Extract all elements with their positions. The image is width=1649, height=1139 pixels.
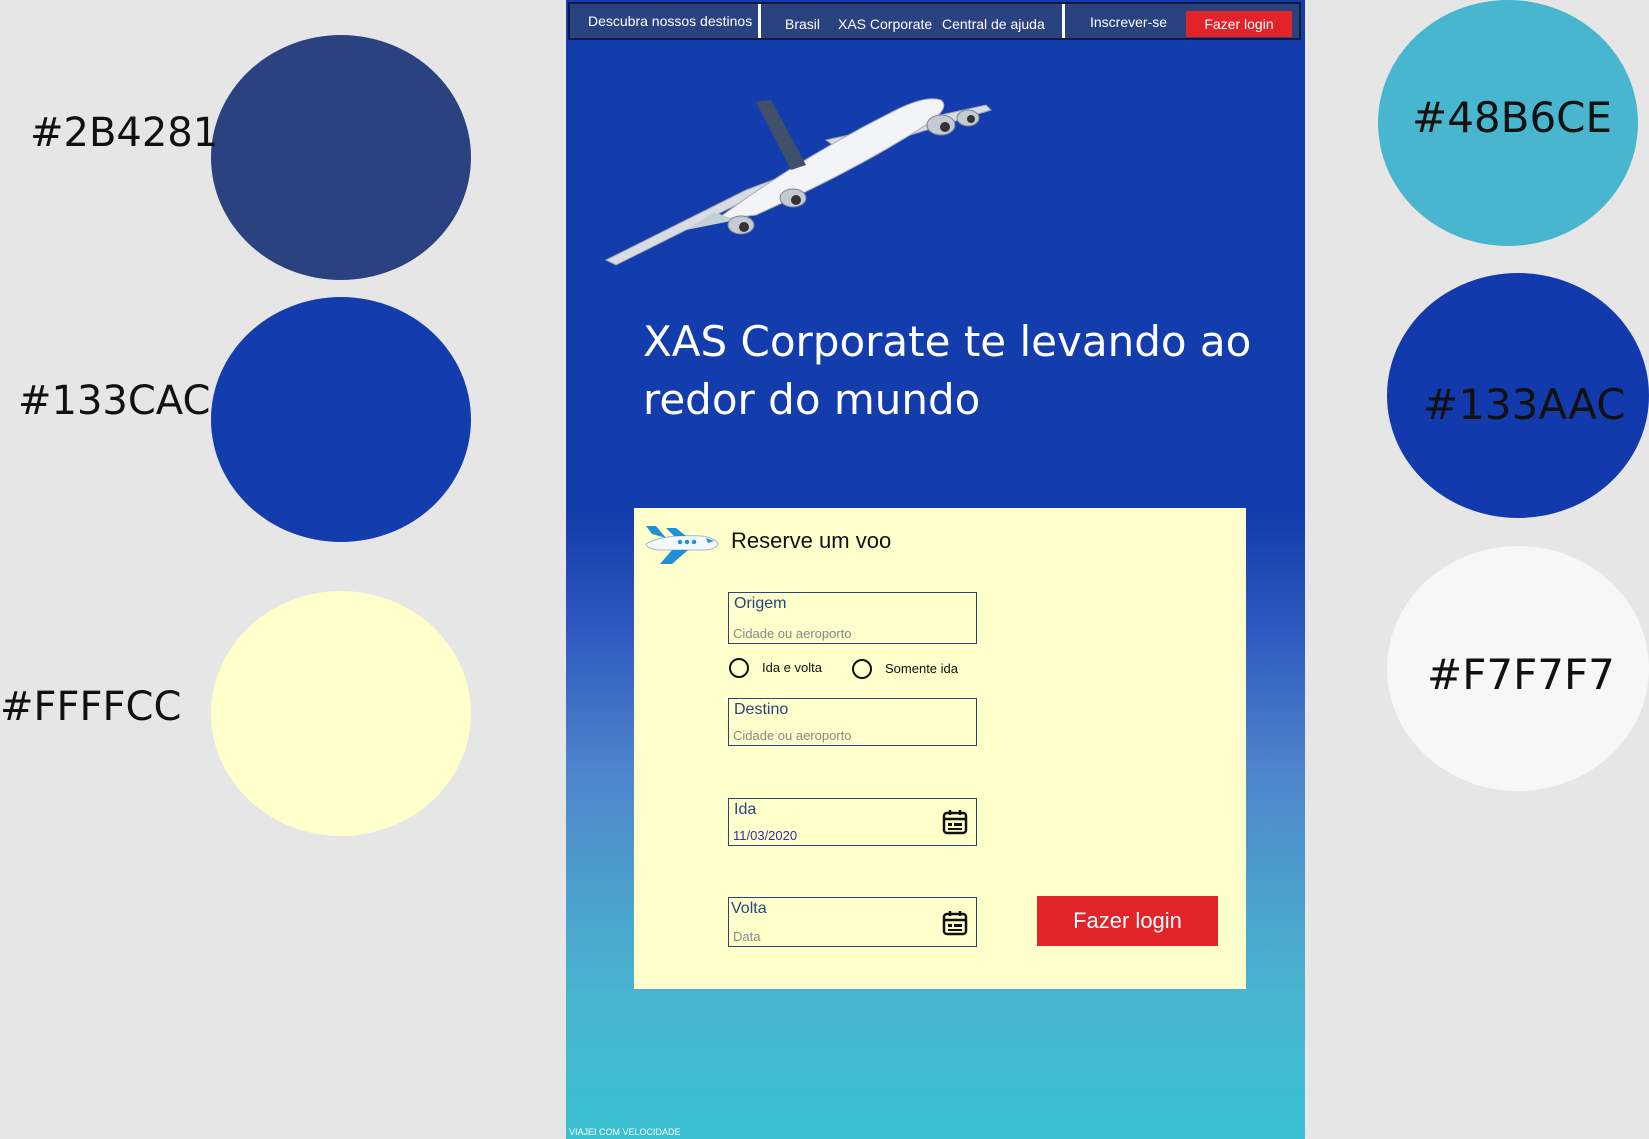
swatch-label-deep-blue: #133AAC [1423,380,1626,429]
top-navigation: Descubra nossos destinos Brasil XAS Corp… [568,2,1301,40]
origin-label: Origem [734,595,787,612]
swatch-label-navy: #2B4281 [30,110,219,156]
site-mockup: Descubra nossos destinos Brasil XAS Corp… [566,0,1305,1139]
nav-divider [758,4,761,38]
airplane-illustration [604,98,992,266]
footer-tagline: VIAJEI COM VELOCIDADE [569,1127,681,1137]
nav-corporate-link[interactable]: XAS Corporate [838,16,932,32]
swatch-label-teal: #48B6CE [1412,93,1613,142]
round-trip-label: Ida e volta [762,660,822,675]
swatch-navy [211,35,471,280]
swatch-cream [211,591,471,836]
nav-brasil-link[interactable]: Brasil [785,16,820,32]
origin-placeholder: Cidade ou aeroporto [733,626,852,641]
nav-signup-link[interactable]: Inscrever-se [1090,14,1167,30]
nav-help-link[interactable]: Central de ajuda [942,16,1045,32]
airplane-icon [645,526,719,564]
swatch-label-cream: #FFFFCC [0,684,182,730]
round-trip-radio[interactable] [729,658,749,678]
nav-divider [1062,4,1065,38]
nav-discover-link[interactable]: Descubra nossos destinos [588,13,752,29]
one-way-radio[interactable] [852,659,872,679]
destination-label: Destino [734,701,789,718]
calendar-icon[interactable] [942,910,968,936]
nav-login-button[interactable]: Fazer login [1186,11,1292,37]
origin-field[interactable]: Origem Cidade ou aeroporto [728,592,977,644]
return-placeholder: Data [733,929,761,944]
one-way-label: Somente ida [885,661,958,676]
destination-field[interactable]: Destino Cidade ou aeroporto [728,698,977,746]
departure-date-field[interactable]: Ida 11/03/2020 [728,798,977,846]
return-label: Volta [731,900,767,917]
hero-title: XAS Corporate te levando ao redor do mun… [643,317,1252,424]
swatch-label-light-gray: #F7F7F7 [1427,650,1615,699]
departure-label: Ida [734,801,757,818]
swatch-blue [211,297,471,542]
login-submit-button[interactable]: Fazer login [1037,896,1218,946]
booking-card: Reserve um voo Origem Cidade ou aeroport… [634,508,1246,989]
return-date-field[interactable]: Volta Data [728,897,977,947]
departure-value: 11/03/2020 [733,828,798,843]
booking-title: Reserve um voo [731,528,892,553]
swatch-label-blue: #133CAC [18,378,211,424]
calendar-icon[interactable] [942,809,968,835]
destination-placeholder: Cidade ou aeroporto [733,728,852,743]
